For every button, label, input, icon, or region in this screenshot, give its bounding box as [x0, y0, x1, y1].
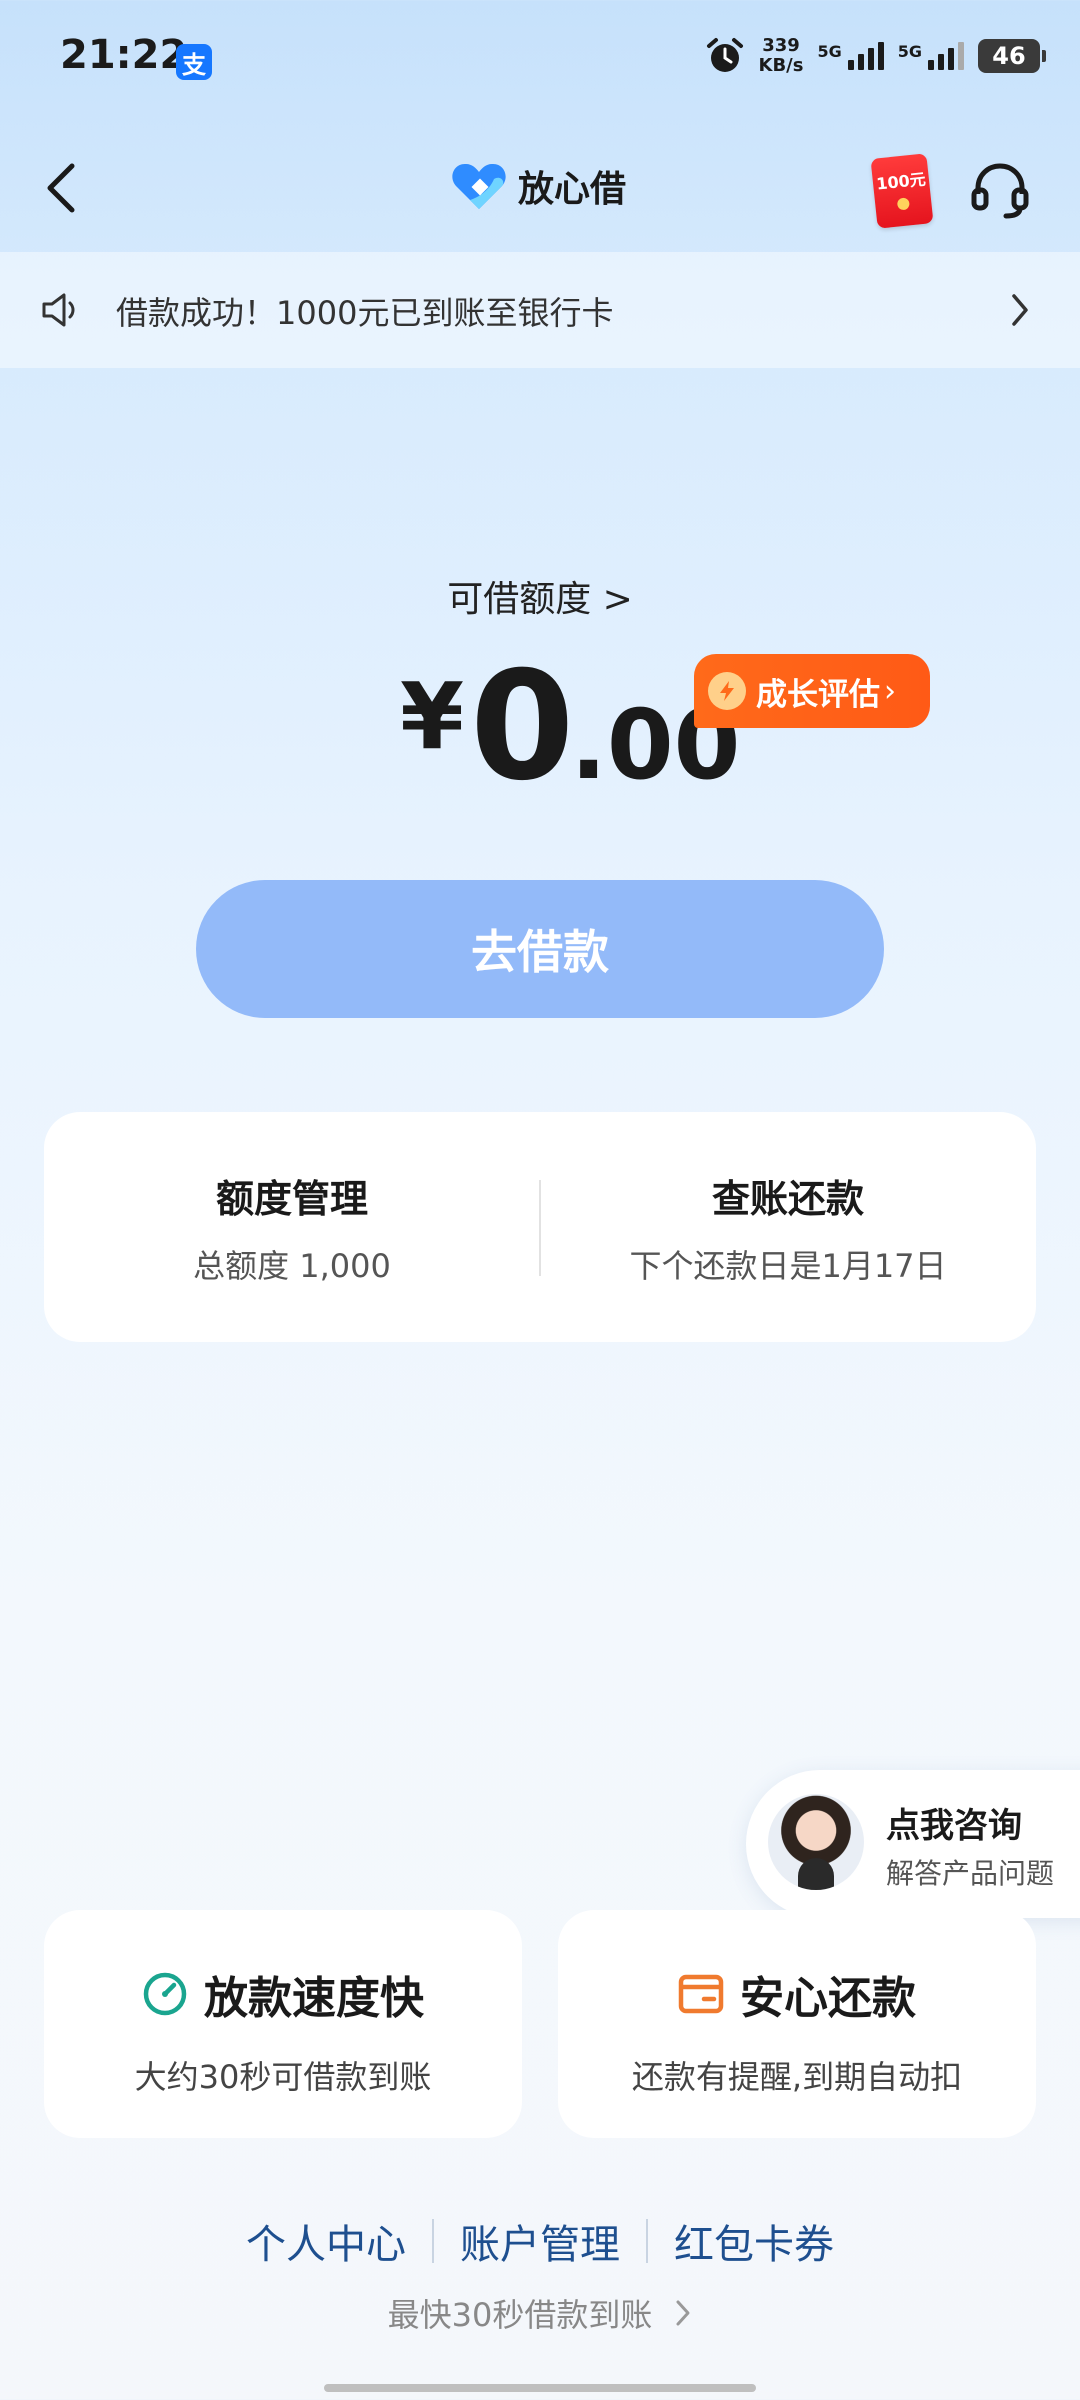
- brand-logo-icon: [452, 163, 506, 209]
- lightning-icon: [708, 672, 746, 710]
- borrow-button[interactable]: 去借款: [196, 880, 884, 1018]
- network-speed: 339 KB/s: [758, 35, 804, 76]
- speedometer-icon: [143, 1972, 187, 2016]
- growth-assessment-button[interactable]: 成长评估 ›: [694, 654, 930, 728]
- brand: 放心借: [450, 160, 626, 212]
- signal-sim2-icon: 5G: [898, 42, 964, 70]
- wallet-icon: [678, 1974, 724, 2014]
- speaker-icon: [42, 293, 75, 327]
- consult-button[interactable]: 点我咨询 解答产品问题: [746, 1770, 1080, 1918]
- signal-sim1-icon: 5G: [817, 42, 884, 70]
- notice-bar[interactable]: 借款成功！1000元已到账至银行卡: [0, 252, 1080, 368]
- battery-icon: 46: [978, 39, 1046, 73]
- link-account-management[interactable]: 账户管理: [434, 2212, 646, 2270]
- back-icon[interactable]: [38, 158, 88, 218]
- chevron-right-icon: [676, 2300, 690, 2326]
- home-indicator[interactable]: [324, 2384, 756, 2392]
- link-personal-center[interactable]: 个人中心: [220, 2212, 432, 2270]
- feature-safe-repay-card: 安心还款 还款有提醒,到期自动扣: [558, 1910, 1036, 2138]
- link-coupons[interactable]: 红包卡券: [648, 2212, 860, 2270]
- feature-fast-loan-card: 放款速度快 大约30秒可借款到账: [44, 1910, 522, 2138]
- credit-management-item[interactable]: 额度管理 总额度 1,000: [44, 1112, 540, 1342]
- notice-text: 借款成功！1000元已到账至银行卡: [116, 294, 614, 332]
- bill-repayment-item[interactable]: 查账还款 下个还款日是1月17日: [540, 1112, 1036, 1342]
- available-credit-label[interactable]: 可借额度 >: [0, 570, 1080, 622]
- customer-service-icon[interactable]: [968, 158, 1032, 222]
- chevron-right-icon: ›: [884, 673, 896, 709]
- agent-avatar: [768, 1794, 864, 1890]
- status-time: 21:22: [60, 32, 188, 78]
- available-credit-amount: ¥ 0 .00: [400, 640, 741, 814]
- alipay-notification-icon: 支: [176, 44, 212, 80]
- alarm-icon: [706, 38, 743, 72]
- redpacket-coupon-icon[interactable]: 100元: [870, 153, 934, 229]
- account-summary-card: 额度管理 总额度 1,000 查账还款 下个还款日是1月17日: [44, 1112, 1036, 1342]
- bottom-links: 个人中心 账户管理 红包卡券: [0, 2212, 1080, 2270]
- tagline[interactable]: 最快30秒借款到账: [0, 2290, 1080, 2336]
- chevron-right-icon: [1012, 294, 1028, 326]
- status-icons: 339 KB/s 5G 5G 46: [705, 35, 1046, 76]
